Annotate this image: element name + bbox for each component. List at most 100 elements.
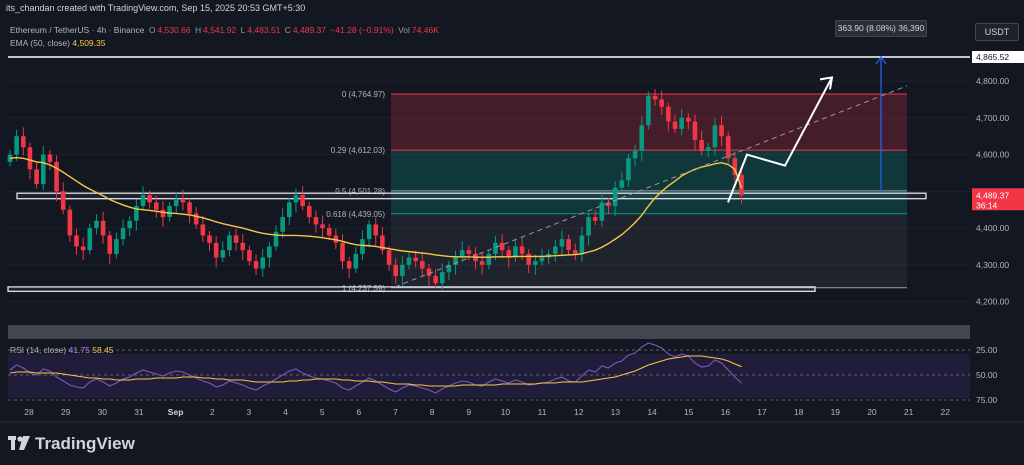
candle[interactable] <box>40 154 46 184</box>
candle[interactable] <box>154 202 159 210</box>
candle[interactable] <box>114 239 119 254</box>
candle[interactable] <box>719 125 724 137</box>
candle[interactable] <box>87 228 93 251</box>
candle[interactable] <box>699 139 704 151</box>
candle[interactable] <box>200 224 206 236</box>
candle[interactable] <box>207 235 212 243</box>
candle[interactable] <box>499 242 505 251</box>
candle[interactable] <box>406 257 412 265</box>
candle[interactable] <box>373 224 379 236</box>
candle[interactable] <box>612 187 618 207</box>
candle[interactable] <box>340 242 345 262</box>
candle[interactable] <box>592 217 598 221</box>
candle[interactable] <box>120 228 126 240</box>
candle[interactable] <box>47 154 53 162</box>
candle[interactable] <box>639 125 645 151</box>
candle[interactable] <box>320 224 325 229</box>
tradingview-logo[interactable]: TradingView <box>8 434 135 454</box>
candle[interactable] <box>652 95 658 100</box>
candle[interactable] <box>679 117 684 129</box>
candle[interactable] <box>646 95 651 126</box>
candle[interactable] <box>426 268 432 276</box>
candle[interactable] <box>54 161 59 192</box>
candle[interactable] <box>187 202 192 214</box>
candle[interactable] <box>253 261 259 269</box>
candle[interactable] <box>539 257 545 262</box>
candle[interactable] <box>526 253 531 265</box>
candle[interactable] <box>267 246 272 258</box>
candle[interactable] <box>180 198 186 203</box>
candle[interactable] <box>21 136 26 148</box>
candle[interactable] <box>100 220 106 236</box>
candle[interactable] <box>632 150 638 159</box>
candle[interactable] <box>313 217 319 225</box>
candle[interactable] <box>519 246 525 254</box>
candle[interactable] <box>247 250 252 262</box>
candle[interactable] <box>173 198 179 207</box>
candle[interactable] <box>94 220 99 229</box>
support-zone-mid[interactable] <box>16 192 927 200</box>
candle[interactable] <box>167 206 172 218</box>
candle[interactable] <box>67 209 73 236</box>
candle[interactable] <box>306 206 312 218</box>
candle[interactable] <box>725 136 731 159</box>
candle[interactable] <box>300 195 305 207</box>
candle[interactable] <box>566 239 571 251</box>
candle[interactable] <box>705 147 711 151</box>
candle[interactable] <box>233 235 239 243</box>
candle[interactable] <box>260 257 265 269</box>
candle[interactable] <box>353 253 359 269</box>
candle[interactable] <box>413 257 418 262</box>
candle[interactable] <box>280 217 285 232</box>
candle[interactable] <box>240 242 246 251</box>
candle[interactable] <box>493 242 498 254</box>
candle[interactable] <box>366 224 372 240</box>
candle[interactable] <box>74 235 79 247</box>
rsi-legend[interactable]: RSI (14, close) 41.75 58.45 <box>10 345 114 355</box>
candle[interactable] <box>326 228 332 236</box>
candle[interactable] <box>712 125 718 148</box>
candle[interactable] <box>666 106 671 122</box>
candle[interactable] <box>486 253 492 265</box>
candle[interactable] <box>579 235 585 254</box>
candle[interactable] <box>60 191 66 210</box>
candle[interactable] <box>273 231 279 247</box>
candle[interactable] <box>147 195 152 203</box>
candle[interactable] <box>479 261 485 265</box>
candle[interactable] <box>220 250 226 258</box>
candle[interactable] <box>80 246 86 251</box>
candle[interactable] <box>140 195 146 207</box>
price-chart[interactable]: 0 (4,764.97)0.29 (4,612.03)0.5 (4,501.28… <box>0 0 1024 465</box>
candle[interactable] <box>533 261 538 265</box>
candle[interactable] <box>346 261 352 269</box>
support-zone-low[interactable] <box>7 286 816 292</box>
candle[interactable] <box>572 250 578 254</box>
candle[interactable] <box>393 264 398 276</box>
candle[interactable] <box>672 121 678 129</box>
candle[interactable] <box>400 264 405 276</box>
candle[interactable] <box>227 235 232 251</box>
candle[interactable] <box>287 202 292 218</box>
candle[interactable] <box>420 261 425 269</box>
candle[interactable] <box>553 246 558 254</box>
candle[interactable] <box>27 147 33 170</box>
candle[interactable] <box>559 239 565 247</box>
measure-label[interactable]: 363.90 (8.08%) 36,390 <box>835 20 927 37</box>
candle[interactable] <box>213 242 219 258</box>
candle[interactable] <box>160 209 166 218</box>
candle[interactable] <box>599 202 605 221</box>
pane-separator[interactable] <box>8 325 970 339</box>
candle[interactable] <box>293 195 299 203</box>
candle[interactable] <box>433 275 438 284</box>
candle[interactable] <box>439 272 445 284</box>
candle[interactable] <box>686 117 691 122</box>
candle[interactable] <box>626 158 631 181</box>
candle[interactable] <box>127 220 132 229</box>
candle[interactable] <box>386 250 392 265</box>
candle[interactable] <box>360 239 365 254</box>
candle[interactable] <box>193 213 199 225</box>
candle[interactable] <box>692 121 698 140</box>
candle[interactable] <box>14 136 19 155</box>
candle[interactable] <box>586 217 591 236</box>
candle[interactable] <box>659 99 664 107</box>
